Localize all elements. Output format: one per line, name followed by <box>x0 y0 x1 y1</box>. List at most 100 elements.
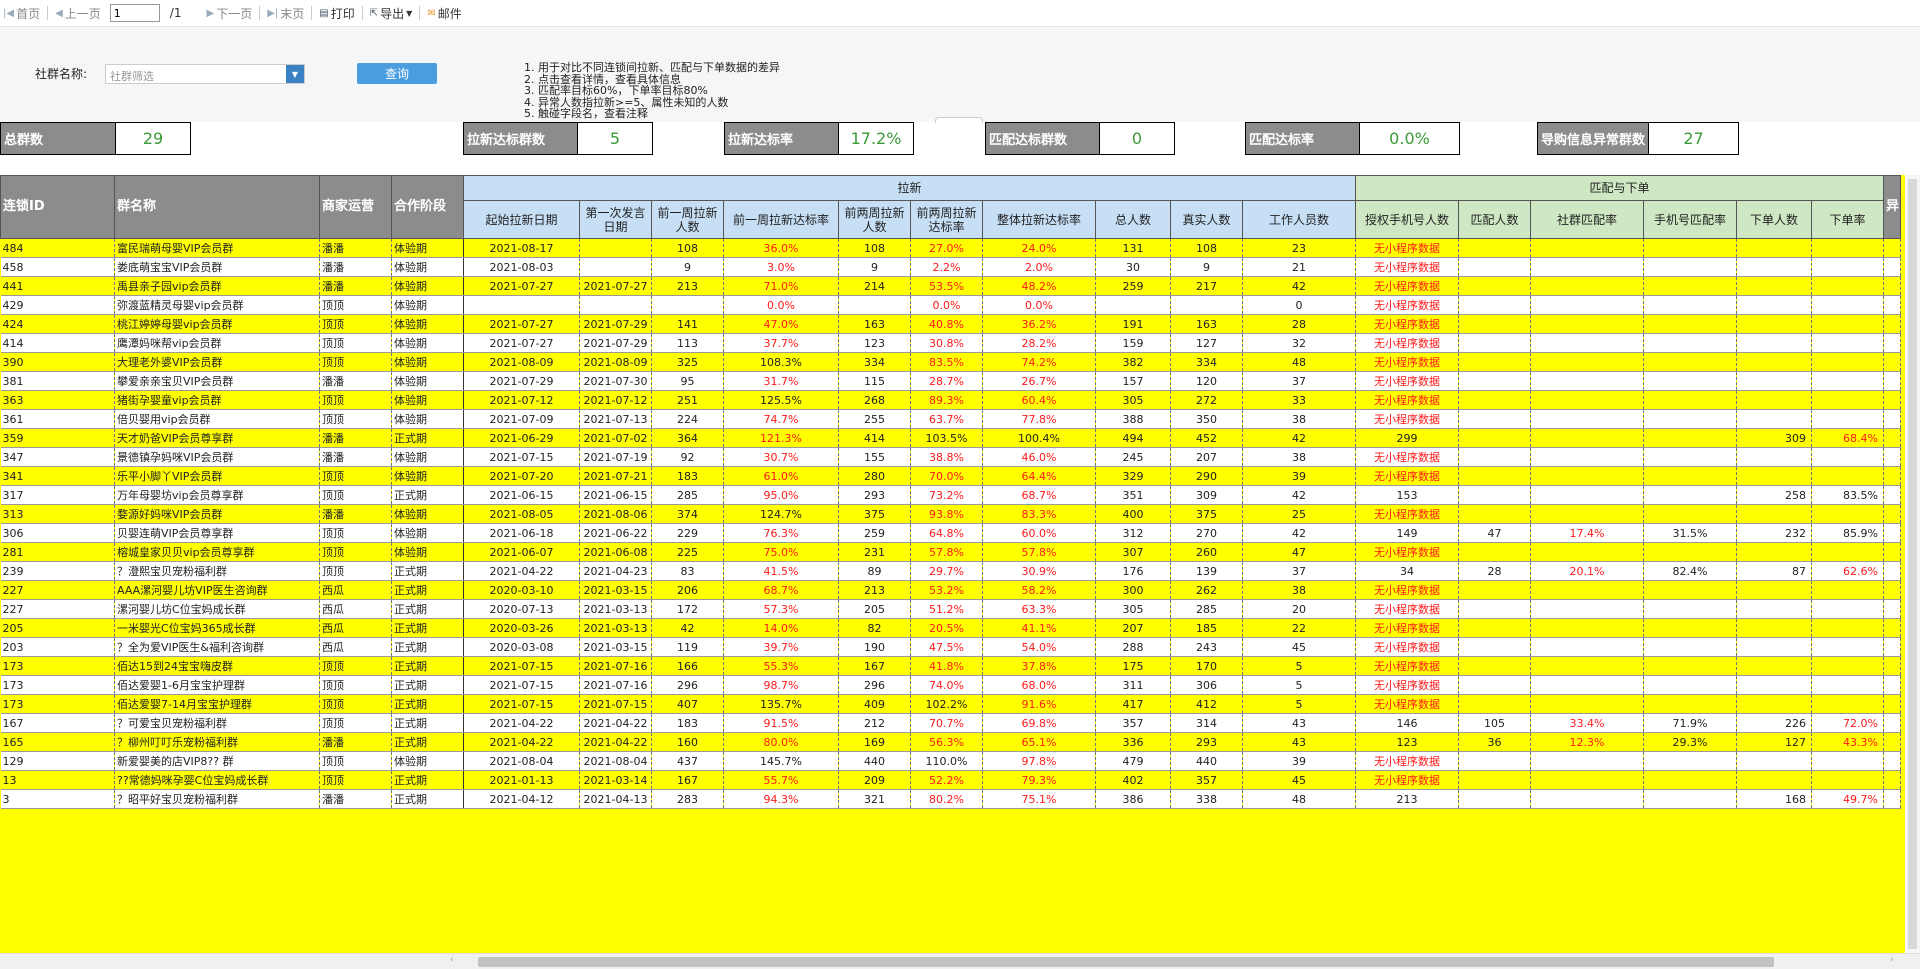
col-header-total[interactable]: 总人数 <box>1095 200 1171 239</box>
cell-group-name[interactable]: 佰达爱婴7-14月宝宝护理群 <box>114 694 320 714</box>
cell-group-name[interactable]: 漯河婴儿坊C位宝妈成长群 <box>114 599 320 619</box>
cell-merchant: 潘潘 <box>319 504 392 524</box>
table-row[interactable]: 381 攀爱亲亲宝贝VIP会员群 潘潘 体验期 2021-07-29 2021-07-30… <box>0 371 1902 391</box>
table-row[interactable]: 227 AAA漯河婴儿坊VIP医生咨询群 西瓜 正式期 2020-03-10 2021-0… <box>0 580 1902 600</box>
table-row[interactable]: 458 娄底萌宝宝VIP会员群 潘潘 体验期 2021-08-03 9 3.0% 9 2.2% 2… <box>0 257 1902 277</box>
cell-group-name[interactable]: 鹰潭妈咪帮vip会员群 <box>114 333 320 353</box>
cell-group-name[interactable]: ？可爱宝贝宠粉福利群 <box>114 713 320 733</box>
table-row[interactable]: 227 漯河婴儿坊C位宝妈成长群 西瓜 正式期 2020-07-13 2021-03-13… <box>0 599 1902 619</box>
table-row[interactable]: 173 佰达15到24宝宝嗨皮群 顶顶 正式期 2021-07-15 2021-07-16… <box>0 656 1902 676</box>
cell-group-name[interactable]: 新爱婴美的店VIP8?? 群 <box>114 751 320 771</box>
cell-group-name[interactable]: 倍贝婴用vip会员群 <box>114 409 320 429</box>
col-header-stage[interactable]: 合作阶段 <box>391 175 464 239</box>
col-header-name[interactable]: 群名称 <box>114 175 320 239</box>
cell-group-name[interactable]: 佰达15到24宝宝嗨皮群 <box>114 656 320 676</box>
table-row[interactable]: 203 ？全为爱VIP医生&福利咨询群 西瓜 正式期 2020-03-08 2021-03… <box>0 637 1902 657</box>
cell-group-name[interactable]: 一米婴光C位宝妈365成长群 <box>114 618 320 638</box>
col-header-merchant[interactable]: 商家运营 <box>319 175 392 239</box>
table-row[interactable]: 205 一米婴光C位宝妈365成长群 西瓜 正式期 2020-03-26 2021-03-… <box>0 618 1902 638</box>
table-row[interactable]: 359 天才奶爸VIP会员尊享群 潘潘 正式期 2021-06-29 2021-07-02… <box>0 428 1902 448</box>
cell-group-name[interactable]: 贝婴连萌VIP会员尊享群 <box>114 523 320 543</box>
cell-group-name[interactable]: 景德镇孕妈咪VIP会员群 <box>114 447 320 467</box>
cell-group-name[interactable]: ？昭平好宝贝宠粉福利群 <box>114 789 320 809</box>
col-header-wk2-new[interactable]: 前两周拉新人数 <box>838 200 911 239</box>
col-header-staff[interactable]: 工作人员数 <box>1242 200 1356 239</box>
cell-cut <box>1883 789 1902 809</box>
col-header-id[interactable]: 连锁ID <box>0 175 115 239</box>
col-header-order-rate[interactable]: 下单率 <box>1811 200 1884 239</box>
cell-group-name[interactable]: ??常德妈咪孕婴C位宝妈成长群 <box>114 770 320 790</box>
table-row[interactable]: 239 ？澄熙宝贝宠粉福利群 顶顶 正式期 2021-04-22 2021-04-23 83… <box>0 561 1902 581</box>
group-name-select[interactable]: 社群筛选 ▼ <box>105 64 305 84</box>
cell-group-name[interactable]: ？澄熙宝贝宠粉福利群 <box>114 561 320 581</box>
cell-group-name[interactable]: 婺源好妈咪VIP会员群 <box>114 504 320 524</box>
col-header-wk2-rate[interactable]: 前两周拉新达标率 <box>910 200 983 239</box>
table-row[interactable]: 429 弥渡蓝精灵母婴vip会员群 顶顶 体验期 0.0% 0.0% 0.0% 0 无小程序数据 <box>0 295 1902 315</box>
query-button[interactable]: 查询 <box>357 63 437 84</box>
cell-group-name[interactable]: 娄底萌宝宝VIP会员群 <box>114 257 320 277</box>
horizontal-scroll-thumb[interactable] <box>478 957 1774 967</box>
cell-group-name[interactable]: 大理老外婆VIP会员群 <box>114 352 320 372</box>
mail-button[interactable]: ✉ 邮件 <box>424 3 464 23</box>
vertical-scroll-thumb[interactable] <box>1908 179 1917 949</box>
last-page-button[interactable]: ▶| 末页 <box>264 3 307 23</box>
cell-group-name[interactable]: ？全为爱VIP医生&福利咨询群 <box>114 637 320 657</box>
scroll-right-icon[interactable]: › <box>1890 955 1894 965</box>
cell-group-name[interactable]: 猪街孕婴童vip会员群 <box>114 390 320 410</box>
cell-wk1-new: 141 <box>651 314 724 334</box>
table-row[interactable]: 361 倍贝婴用vip会员群 顶顶 体验期 2021-07-09 2021-07-13 22… <box>0 409 1902 429</box>
col-header-first-speak[interactable]: 第一次发言日期 <box>579 200 652 239</box>
table-row[interactable]: 173 佰达爱婴7-14月宝宝护理群 顶顶 正式期 2021-07-15 2021-07-… <box>0 694 1902 714</box>
table-row[interactable]: 313 婺源好妈咪VIP会员群 潘潘 体验期 2021-08-05 2021-08-06 3… <box>0 504 1902 524</box>
col-header-group-match-rate[interactable]: 社群匹配率 <box>1530 200 1644 239</box>
cell-group-name[interactable]: 桃江婷婷母婴vip会员群 <box>114 314 320 334</box>
table-row[interactable]: 341 乐平小脚丫VIP会员群 顶顶 体验期 2021-07-20 2021-07-21 1… <box>0 466 1902 486</box>
export-button[interactable]: ⇱ 导出 ▼ <box>367 3 416 23</box>
table-row[interactable]: 363 猪街孕婴童vip会员群 顶顶 体验期 2021-07-12 2021-07-12 2… <box>0 390 1902 410</box>
table-row[interactable]: 414 鹰潭妈咪帮vip会员群 顶顶 体验期 2021-07-27 2021-07-29 1… <box>0 333 1902 353</box>
first-page-button[interactable]: |◀ 首页 <box>0 3 43 23</box>
table-row[interactable]: 390 大理老外婆VIP会员群 顶顶 体验期 2021-08-09 2021-08-09 3… <box>0 352 1902 372</box>
col-header-phone-match-rate[interactable]: 手机号匹配率 <box>1643 200 1737 239</box>
table-row[interactable]: 441 禹县亲子园vip会员群 潘潘 体验期 2021-07-27 2021-07-27 2… <box>0 276 1902 296</box>
col-header-wk1-rate[interactable]: 前一周拉新达标率 <box>723 200 839 239</box>
scroll-left-icon[interactable]: ‹ <box>450 955 454 965</box>
cell-group-name[interactable]: AAA漯河婴儿坊VIP医生咨询群 <box>114 580 320 600</box>
table-row[interactable]: 129 新爱婴美的店VIP8?? 群顶顶 体验期 2021-08-04 2021-08-… <box>0 751 1902 771</box>
cell-group-name[interactable]: ？柳州叮叮乐宠粉福利群 <box>114 732 320 752</box>
cell-group-name[interactable]: 攀爱亲亲宝贝VIP会员群 <box>114 371 320 391</box>
table-row[interactable]: 165 ？柳州叮叮乐宠粉福利群 潘潘 正式期 2021-04-22 2021-04-22 1… <box>0 732 1902 752</box>
table-row[interactable]: 424 桃江婷婷母婴vip会员群 顶顶 体验期 2021-07-27 2021-07-29… <box>0 314 1902 334</box>
table-row[interactable]: 13 ??常德妈咪孕婴C位宝妈成长群 顶顶 正式期 2021-01-13 2021-03-… <box>0 770 1902 790</box>
col-header-matched[interactable]: 匹配人数 <box>1458 200 1531 239</box>
table-row[interactable]: 173 佰达爱婴1-6月宝宝护理群 顶顶 正式期 2021-07-15 2021-07-1… <box>0 675 1902 695</box>
table-row[interactable]: 484 富民瑞萌母婴VIP会员群 潘潘 体验期 2021-08-17 108 36.0% 10… <box>0 238 1902 258</box>
col-header-overall-rate[interactable]: 整体拉新达标率 <box>982 200 1096 239</box>
next-page-button[interactable]: ▶ 下一页 <box>203 3 255 23</box>
page-number-input[interactable] <box>109 4 160 22</box>
table-row[interactable]: 167 ？可爱宝贝宠粉福利群 顶顶 正式期 2021-04-22 2021-04-22 18… <box>0 713 1902 733</box>
col-header-real[interactable]: 真实人数 <box>1170 200 1243 239</box>
cell-group-name[interactable]: 禹县亲子园vip会员群 <box>114 276 320 296</box>
cell-group-name[interactable]: 佰达爱婴1-6月宝宝护理群 <box>114 675 320 695</box>
horizontal-scrollbar[interactable]: ‹ › <box>0 953 1920 969</box>
cell-group-name[interactable]: 弥渡蓝精灵母婴vip会员群 <box>114 295 320 315</box>
cell-group-name[interactable]: 富民瑞萌母婴VIP会员群 <box>114 238 320 258</box>
chevron-down-icon[interactable]: ▼ <box>286 65 304 83</box>
col-header-wk1-new[interactable]: 前一周拉新人数 <box>651 200 724 239</box>
col-header-auth-phone[interactable]: 授权手机号人数 <box>1355 200 1459 239</box>
cell-group-name[interactable]: 天才奶爸VIP会员尊享群 <box>114 428 320 448</box>
table-row[interactable]: 281 榕城皇家贝贝vip会员尊享群 顶顶 体验期 2021-06-07 2021-06-… <box>0 542 1902 562</box>
cell-group-name[interactable]: 万年母婴坊vip会员尊享群 <box>114 485 320 505</box>
table-row[interactable]: 306 贝婴连萌VIP会员尊享群 顶顶 体验期 2021-06-18 2021-06-22… <box>0 523 1902 543</box>
col-header-start-date[interactable]: 起始拉新日期 <box>463 200 580 239</box>
col-header-orders[interactable]: 下单人数 <box>1736 200 1812 239</box>
cell-group-name[interactable]: 榕城皇家贝贝vip会员尊享群 <box>114 542 320 562</box>
vertical-scrollbar[interactable] <box>1905 175 1920 953</box>
table-row[interactable]: 3 ？昭平好宝贝宠粉福利群 潘潘 正式期 2021-04-12 2021-04-13 283… <box>0 789 1902 809</box>
table-row[interactable]: 317 万年母婴坊vip会员尊享群 顶顶 正式期 2021-06-15 2021-06-1… <box>0 485 1902 505</box>
print-button[interactable]: ▤ 打印 <box>316 3 357 23</box>
table-row[interactable]: 347 景德镇孕妈咪VIP会员群 潘潘 体验期 2021-07-15 2021-07-19… <box>0 447 1902 467</box>
prev-page-button[interactable]: ◀ 上一页 <box>52 3 104 23</box>
cell-group-name[interactable]: 乐平小脚丫VIP会员群 <box>114 466 320 486</box>
